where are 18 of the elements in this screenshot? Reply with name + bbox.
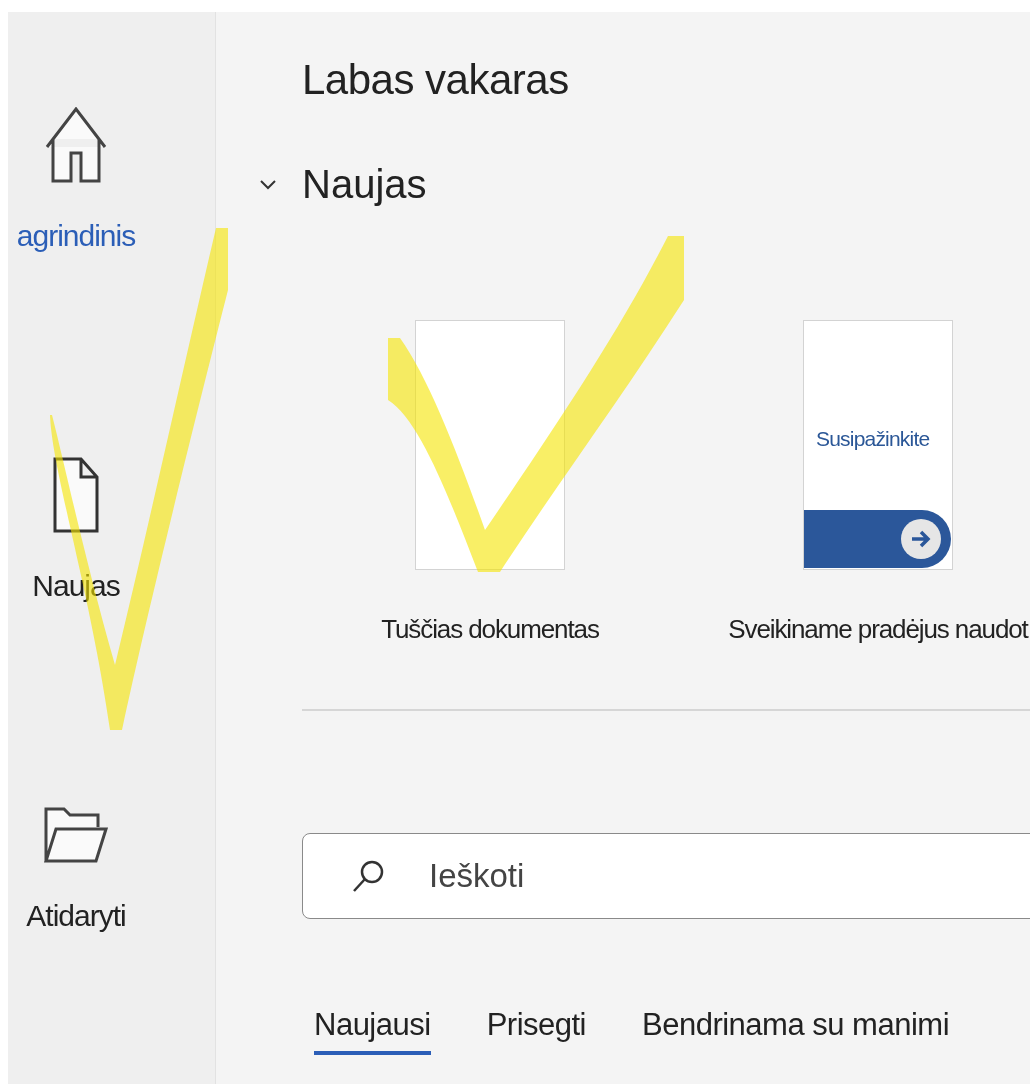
sidebar-item[interactable]: agrindinis — [16, 219, 136, 253]
document-icon — [53, 457, 99, 533]
template-thumbnail[interactable]: Susipažinkite — [803, 320, 953, 570]
search-field[interactable]: Ieškoti — [302, 833, 1030, 919]
chevron-icon — [259, 178, 277, 191]
folder-icon — [44, 807, 108, 863]
thumbnail-text: Susipažinkite — [816, 427, 930, 451]
greeting-title: Labas vakaras — [302, 56, 570, 104]
template-label: Tuščias dokumentas — [381, 614, 599, 645]
home-icon — [45, 107, 107, 183]
tab[interactable]: Prisegti — [486, 1007, 586, 1055]
section-title: Naujas — [302, 162, 427, 207]
template-label: Sveikiname pradėjus naudot — [728, 614, 1028, 645]
blank-document-thumbnail[interactable] — [415, 320, 565, 570]
search-icon — [352, 859, 386, 893]
sidebar-item[interactable]: Atidaryti — [26, 899, 126, 933]
tab[interactable]: Bendrinama su manimi — [642, 1007, 950, 1055]
tab[interactable]: Naujausi — [314, 1007, 431, 1055]
